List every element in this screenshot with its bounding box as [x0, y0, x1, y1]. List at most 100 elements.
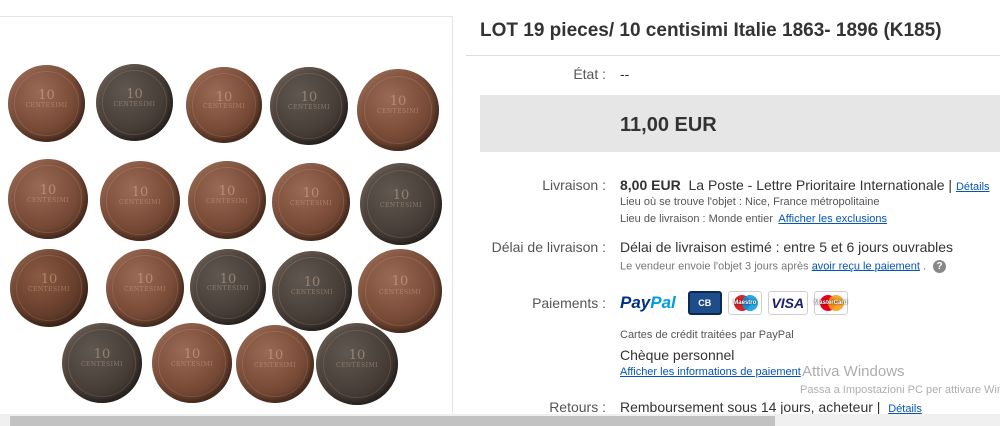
paypal-logo-pay: Pay — [620, 293, 651, 312]
coin-denomination: 10 — [391, 274, 409, 290]
coin-legend: CENTESIMI — [118, 199, 162, 207]
returns-label: Retours : — [549, 399, 606, 415]
delivery-label: Délai de livraison : — [491, 239, 606, 255]
coin: 10 CENTESIMI — [270, 67, 348, 145]
coin: 10 CENTESIMI — [316, 323, 398, 405]
condition-label: État : — [573, 66, 606, 82]
coin: 10 CENTESIMI — [8, 159, 88, 239]
cheque-option: Chèque personnel — [620, 347, 735, 363]
item-image-panel[interactable]: 10 CENTESIMI 10 CENTESIMI 10 CENTESIMI 10 CENTE… — [0, 16, 453, 415]
shipping-label: Livraison : — [542, 177, 606, 193]
mastercard-text: MasterCard — [814, 300, 848, 306]
shipping-separator: | — [948, 177, 953, 193]
coin: 10 CENTESIMI — [236, 325, 314, 403]
dispatch-note: Le vendeur envoie l'objet 3 jours après — [620, 260, 809, 273]
coin-legend: CENTESIMI — [289, 200, 333, 208]
returns-value: Remboursement sous 14 jours, acheteur | — [620, 399, 881, 415]
ships-to-label: Lieu de livraison : — [620, 213, 706, 225]
coin: 10 CENTESIMI — [100, 161, 180, 241]
item-location-line: Lieu où se trouve l'objet : Nice, France… — [620, 196, 880, 208]
shipping-line: 8,00 EUR La Poste - Lettre Prioritaire I… — [620, 177, 990, 193]
coin-legend: CENTESIMI — [170, 361, 214, 369]
payment-received-link[interactable]: avoir reçu le paiement — [812, 260, 920, 272]
coin: 10 CENTESIMI — [190, 249, 266, 325]
payment-info-link[interactable]: Afficher les informations de paiement — [620, 366, 801, 378]
maestro-card-text: Maestro — [733, 300, 757, 306]
paypal-logo-pal: Pal — [650, 293, 676, 312]
coin-denomination: 10 — [183, 347, 201, 362]
visa-card-icon: VISA — [767, 291, 808, 315]
coins-photo[interactable]: 10 CENTESIMI 10 CENTESIMI 10 CENTESIMI 10 CENTE… — [0, 17, 452, 415]
coin-denomination: 10 — [389, 93, 407, 109]
coin: 10 CENTESIMI — [358, 249, 442, 333]
coin-denomination: 10 — [40, 272, 58, 288]
coin-denomination: 10 — [302, 186, 320, 202]
coin: 10 CENTESIMI — [360, 163, 442, 245]
ships-to-value: Monde entier — [708, 213, 773, 225]
coin-legend: CENTESIMI — [253, 362, 297, 370]
shipping-details-link[interactable]: Détails — [956, 181, 990, 193]
coin-denomination: 10 — [38, 88, 55, 104]
price-value: 11,00 EUR — [620, 114, 717, 136]
visa-card-text: VISA — [771, 295, 805, 311]
coin-legend: CENTESIMI — [335, 362, 379, 370]
coin: 10 CENTESIMI — [96, 64, 173, 141]
shipping-service: La Poste - Lettre Prioritaire Internatio… — [688, 177, 945, 193]
coin-denomination: 10 — [93, 347, 111, 362]
coin-denomination: 10 — [266, 348, 284, 364]
ships-to-line: Lieu de livraison : Monde entier Affiche… — [620, 213, 887, 225]
price-box — [480, 95, 1000, 152]
coin-denomination: 10 — [300, 90, 318, 106]
delivery-estimate: Délai de livraison estimé : entre 5 et 6… — [620, 239, 954, 255]
coin: 10 CENTESIMI — [10, 249, 88, 327]
coin-denomination: 10 — [303, 275, 321, 290]
coin-denomination: 10 — [131, 185, 149, 200]
scrollbar-thumb[interactable] — [10, 416, 775, 426]
item-location-value: Nice, France métropolitaine — [745, 196, 880, 208]
item-location-label: Lieu où se trouve l'objet : — [620, 196, 742, 208]
coin-legend: CENTESIMI — [290, 289, 334, 297]
coin-legend: CENTESIMI — [113, 100, 156, 108]
coin: 10 CENTESIMI — [8, 65, 85, 142]
coin-legend: CENTESIMI — [205, 198, 249, 206]
coin: 10 CENTESIMI — [188, 161, 266, 239]
payment-logos: PayPal CB Maestro VISA MasterCard — [620, 290, 848, 316]
listing-title: LOT 19 pieces/ 10 centisimi Italie 1863-… — [480, 20, 942, 41]
dispatch-note-end: . — [922, 260, 927, 273]
coin-legend: CENTESIMI — [202, 103, 246, 111]
coin-denomination: 10 — [218, 184, 236, 200]
coin-denomination: 10 — [136, 272, 154, 288]
maestro-card-icon: Maestro — [727, 291, 762, 315]
coin-denomination: 10 — [39, 183, 57, 198]
coin-legend: CENTESIMI — [378, 289, 422, 297]
coin: 10 CENTESIMI — [186, 67, 262, 143]
show-exclusions-link[interactable]: Afficher les exclusions — [778, 213, 887, 225]
windows-watermark-text: Passa a Impostazioni PC per attivare Win… — [800, 384, 1000, 396]
card-note: Cartes de crédit traitées par PayPal — [620, 329, 794, 341]
title-divider — [466, 55, 1000, 56]
payments-label: Paiements : — [532, 295, 606, 311]
help-icon[interactable]: ? — [933, 260, 947, 273]
returns-line: Remboursement sous 14 jours, acheteur | … — [620, 399, 922, 415]
coin-legend: CENTESIMI — [80, 361, 124, 369]
coin-denomination: 10 — [126, 87, 143, 103]
coin: 10 CENTESIMI — [106, 249, 184, 327]
coin-legend: CENTESIMI — [26, 197, 70, 205]
coin-legend: CENTESIMI — [379, 202, 423, 210]
coin: 10 CENTESIMI — [272, 251, 352, 331]
coin-legend: CENTESIMI — [25, 101, 68, 109]
paypal-logo: PayPal — [620, 293, 676, 313]
coin-denomination: 10 — [348, 347, 366, 363]
mastercard-icon: MasterCard — [813, 291, 848, 315]
coin: 10 CENTESIMI — [152, 323, 232, 403]
coin-legend: CENTESIMI — [287, 104, 331, 112]
cb-card-text: CB — [698, 298, 712, 308]
coin-legend: CENTESIMI — [376, 108, 420, 116]
coin: 10 CENTESIMI — [357, 69, 439, 151]
coin: 10 CENTESIMI — [62, 323, 142, 403]
coin-legend: CENTESIMI — [27, 286, 71, 294]
dispatch-note-line: Le vendeur envoie l'objet 3 jours après … — [620, 260, 947, 273]
coin: 10 CENTESIMI — [272, 163, 350, 241]
coin-legend: CENTESIMI — [206, 285, 250, 293]
windows-watermark-title: Attiva Windows — [802, 363, 905, 380]
